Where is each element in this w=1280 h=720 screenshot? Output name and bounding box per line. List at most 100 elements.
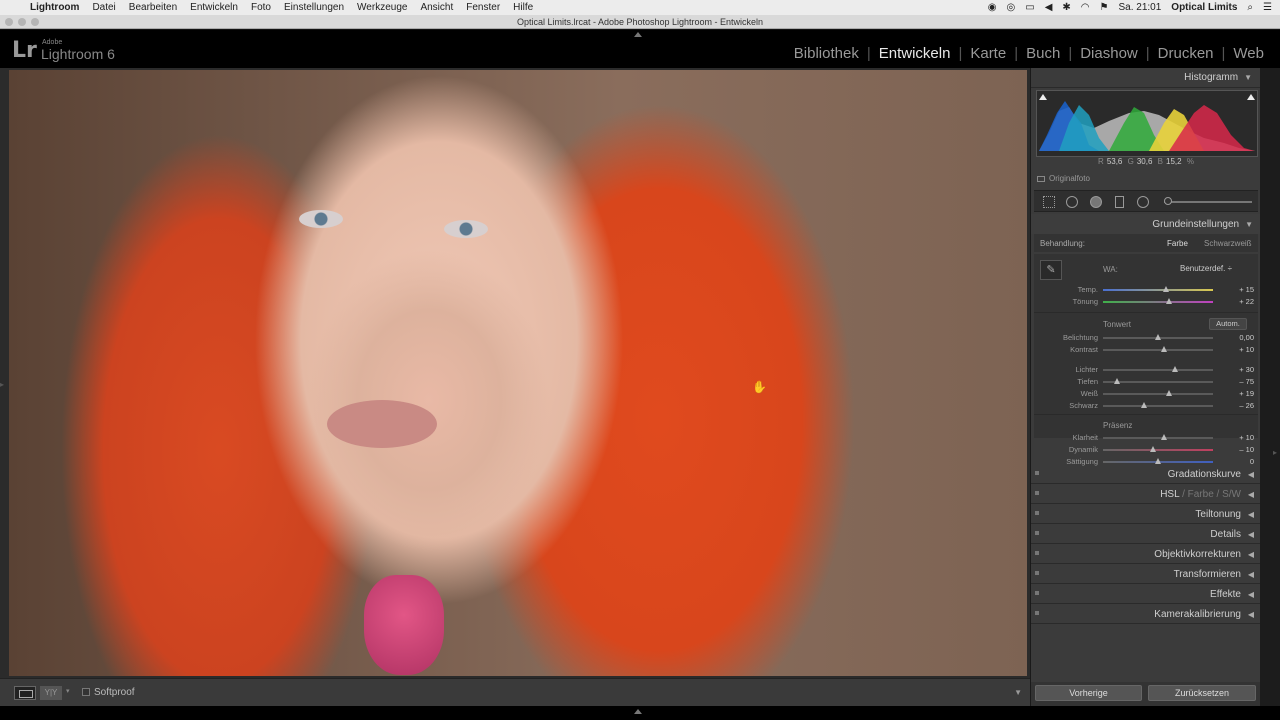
slider-track[interactable] <box>1103 301 1213 303</box>
menu-fenster[interactable]: Fenster <box>466 2 500 13</box>
display-icon[interactable]: ▭ <box>1025 2 1034 13</box>
menu-hilfe[interactable]: Hilfe <box>513 2 533 13</box>
slider-thumb[interactable] <box>1155 334 1161 340</box>
shadow-clipping-icon[interactable] <box>1039 94 1047 100</box>
flag-icon[interactable]: ⚑ <box>1100 2 1109 13</box>
graduated-filter-tool-icon[interactable] <box>1115 196 1124 208</box>
slider-thumb[interactable] <box>1149 446 1156 452</box>
notification-center-icon[interactable]: ☰ <box>1263 2 1272 13</box>
before-after-dropdown-icon[interactable]: ▾ <box>66 687 70 695</box>
menubar-clock[interactable]: Sa. 21:01 <box>1118 2 1161 13</box>
record-icon[interactable]: ◉ <box>988 2 997 13</box>
panel-header-transformieren[interactable]: Transformieren ◀ <box>1031 564 1261 584</box>
module-buch[interactable]: Buch <box>1018 45 1068 62</box>
minimize-window-button[interactable] <box>18 18 26 26</box>
slider-thumb[interactable] <box>1140 402 1147 408</box>
photo-preview[interactable]: ✋ <box>9 70 1027 676</box>
original-photo-checkbox[interactable] <box>1037 175 1045 182</box>
bluetooth-icon[interactable]: ✱ <box>1062 2 1070 13</box>
slider-value[interactable]: + 10 <box>1224 345 1254 354</box>
slider-value[interactable]: – 75 <box>1224 377 1254 386</box>
menu-bearbeiten[interactable]: Bearbeiten <box>129 2 177 13</box>
original-photo-toggle[interactable]: Originalfoto <box>1037 174 1090 183</box>
slider-value[interactable]: – 10 <box>1224 445 1254 454</box>
white-balance-eyedropper-icon[interactable]: ✎ <box>1040 260 1062 280</box>
previous-button[interactable]: Vorherige <box>1035 685 1142 701</box>
module-drucken[interactable]: Drucken <box>1150 45 1222 62</box>
slider-thumb[interactable] <box>1166 298 1172 304</box>
panel-switch-icon[interactable] <box>1035 611 1039 615</box>
slider-thumb[interactable] <box>1166 390 1172 396</box>
slider-value[interactable]: + 19 <box>1224 389 1254 398</box>
slider-track[interactable] <box>1103 449 1213 451</box>
panel-header-hsl[interactable]: HSL / Farbe / S/W ◀ <box>1031 484 1261 504</box>
slider-value[interactable]: + 15 <box>1224 285 1254 294</box>
slider-value[interactable]: + 10 <box>1224 433 1254 442</box>
close-window-button[interactable] <box>5 18 13 26</box>
filmstrip-toggle-icon[interactable] <box>634 709 642 714</box>
before-after-button[interactable]: Y|Y <box>40 686 62 700</box>
menu-einstellungen[interactable]: Einstellungen <box>284 2 344 13</box>
menu-app-name[interactable]: Lightroom <box>30 2 79 13</box>
menu-werkzeuge[interactable]: Werkzeuge <box>357 2 407 13</box>
panel-switch-icon[interactable] <box>1035 491 1039 495</box>
spotlight-search-icon[interactable]: ⌕ <box>1247 2 1253 13</box>
panel-header-objektivkorrekturen[interactable]: Objektivkorrekturen ◀ <box>1031 544 1261 564</box>
panel-switch-icon[interactable] <box>1035 591 1039 595</box>
panel-header-kamerakalibrierung[interactable]: Kamerakalibrierung ◀ <box>1031 604 1261 624</box>
slider-track[interactable] <box>1103 437 1213 439</box>
softproof-checkbox[interactable] <box>82 688 90 696</box>
treatment-color-option[interactable]: Farbe <box>1167 239 1188 248</box>
menu-foto[interactable]: Foto <box>251 2 271 13</box>
slider-track[interactable] <box>1103 289 1213 291</box>
right-panel-toggle-icon[interactable]: ▸ <box>1273 448 1277 457</box>
module-entwickeln[interactable]: Entwickeln <box>871 45 959 62</box>
panel-switch-icon[interactable] <box>1035 551 1039 555</box>
histogram-chart[interactable] <box>1036 90 1258 157</box>
volume-icon[interactable]: ◀ <box>1045 2 1053 13</box>
panel-switch-icon[interactable] <box>1035 471 1039 475</box>
reset-button[interactable]: Zurücksetzen <box>1148 685 1256 701</box>
top-panel-toggle-icon[interactable] <box>634 32 642 37</box>
crop-tool-icon[interactable] <box>1043 196 1055 208</box>
slider-value[interactable]: + 22 <box>1224 297 1254 306</box>
panel-header-details[interactable]: Details ◀ <box>1031 524 1261 544</box>
panel-switch-icon[interactable] <box>1035 511 1039 515</box>
menu-ansicht[interactable]: Ansicht <box>420 2 453 13</box>
slider-value[interactable]: 0,00 <box>1224 333 1254 342</box>
adjustment-brush-slider[interactable] <box>1164 201 1252 203</box>
slider-value[interactable]: + 30 <box>1224 365 1254 374</box>
basic-panel-header[interactable]: Grundeinstellungen ▼ <box>1031 214 1261 234</box>
module-bibliothek[interactable]: Bibliothek <box>786 45 867 62</box>
treatment-bw-option[interactable]: Schwarzweiß <box>1204 239 1252 248</box>
menu-datei[interactable]: Datei <box>92 2 115 13</box>
slider-thumb[interactable] <box>1160 346 1167 352</box>
slider-thumb[interactable] <box>1162 286 1169 292</box>
toolbar-menu-icon[interactable]: ▼ <box>1014 688 1022 697</box>
sync-icon[interactable]: ◎ <box>1007 2 1016 13</box>
panel-switch-icon[interactable] <box>1035 531 1039 535</box>
wifi-icon[interactable]: ◠ <box>1081 2 1090 13</box>
zoom-window-button[interactable] <box>31 18 39 26</box>
slider-track[interactable] <box>1103 349 1213 351</box>
adjustment-brush-icon[interactable] <box>1164 197 1172 205</box>
white-balance-select[interactable]: Benutzerdef. ÷ <box>1180 264 1232 273</box>
slider-track[interactable] <box>1103 393 1213 395</box>
module-karte[interactable]: Karte <box>962 45 1014 62</box>
slider-track[interactable] <box>1103 369 1213 371</box>
highlight-clipping-icon[interactable] <box>1247 94 1255 100</box>
slider-thumb[interactable] <box>1114 378 1121 384</box>
menubar-user[interactable]: Optical Limits <box>1171 2 1237 13</box>
loupe-view-button[interactable] <box>14 686 36 700</box>
slider-value[interactable]: – 26 <box>1224 401 1254 410</box>
menu-entwickeln[interactable]: Entwickeln <box>190 2 238 13</box>
panel-header-effekte[interactable]: Effekte ◀ <box>1031 584 1261 604</box>
red-eye-tool-icon[interactable] <box>1090 196 1102 208</box>
spot-removal-tool-icon[interactable] <box>1066 196 1078 208</box>
left-panel-toggle-icon[interactable]: ▸ <box>0 380 4 389</box>
histogram-header[interactable]: Histogramm ▼ <box>1031 68 1260 88</box>
panel-header-teiltonung[interactable]: Teiltonung ◀ <box>1031 504 1261 524</box>
slider-track[interactable] <box>1103 405 1213 407</box>
radial-filter-tool-icon[interactable] <box>1137 196 1149 208</box>
slider-thumb[interactable] <box>1171 366 1178 372</box>
